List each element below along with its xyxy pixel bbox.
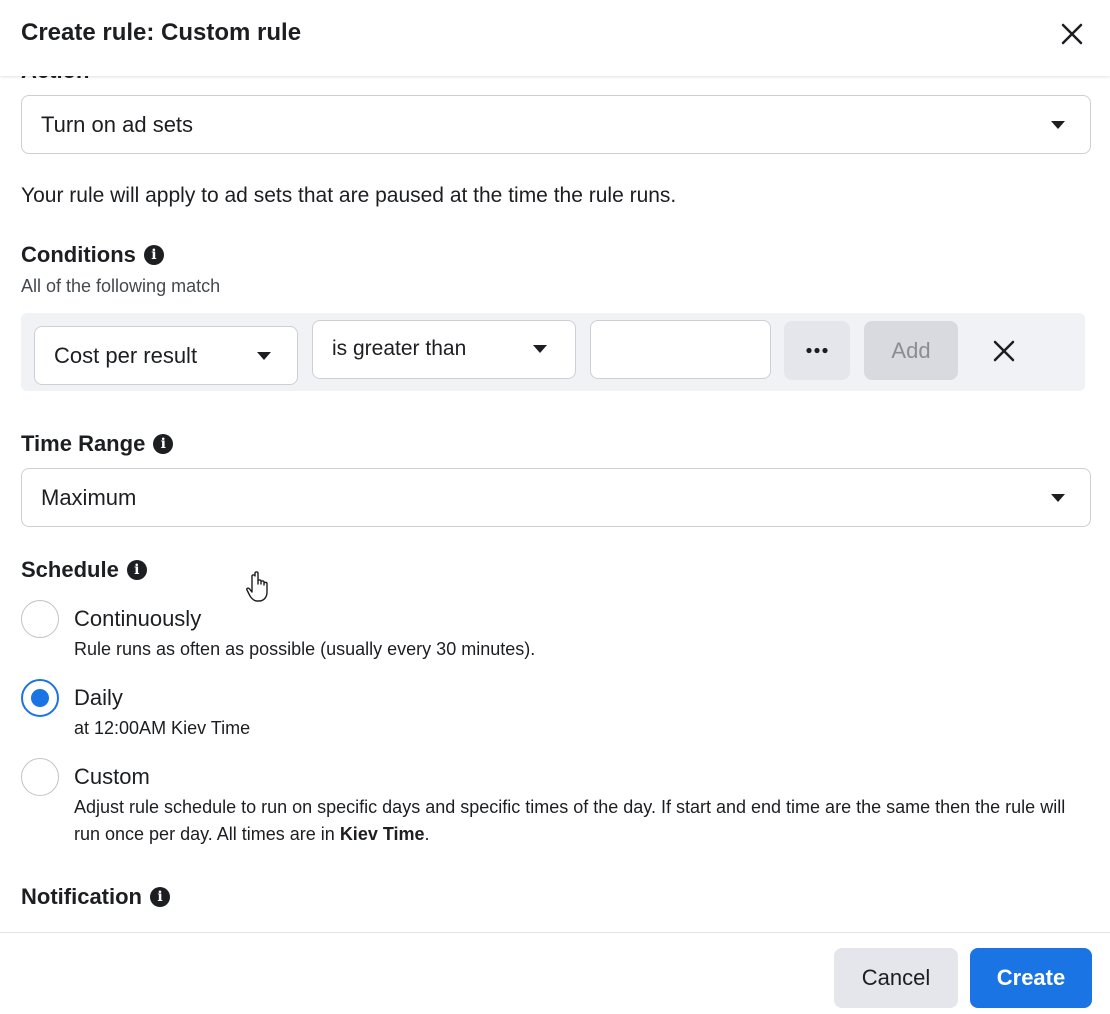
action-select[interactable]: Turn on ad sets xyxy=(21,95,1091,154)
schedule-custom-label: Custom xyxy=(74,764,150,789)
radio-selected-dot xyxy=(31,689,49,707)
dialog-title: Create rule: Custom rule xyxy=(21,19,302,46)
schedule-continuously-description: Rule runs as often as possible (usually … xyxy=(74,639,536,659)
schedule-custom-description: Adjust rule schedule to run on specific … xyxy=(74,794,1084,848)
caret-down-icon xyxy=(533,345,547,353)
cancel-button[interactable]: Cancel xyxy=(834,948,958,1008)
dialog-body: Action Turn on ad sets Your rule will ap… xyxy=(0,76,1110,932)
custom-description-suffix: . xyxy=(424,824,430,844)
time-range-title-text: Time Range xyxy=(21,431,146,456)
condition-metric-select[interactable]: Cost per result xyxy=(34,326,298,385)
action-description: Your rule will apply to ad sets that are… xyxy=(21,184,677,207)
condition-operator-value: is greater than xyxy=(332,337,467,360)
custom-description-timezone: Kiev Time xyxy=(339,824,425,844)
time-range-title: Time Range i xyxy=(21,431,174,457)
conditions-title: Conditions i xyxy=(21,242,164,268)
create-button[interactable]: Create xyxy=(970,948,1092,1008)
condition-metric-value: Cost per result xyxy=(54,343,198,368)
hand-cursor-icon xyxy=(246,571,268,602)
more-icon xyxy=(806,347,828,354)
info-icon[interactable]: i xyxy=(150,887,170,907)
time-range-value: Maximum xyxy=(41,485,137,510)
add-condition-button[interactable]: Add xyxy=(864,321,958,380)
time-range-select[interactable]: Maximum xyxy=(21,468,1091,527)
schedule-daily-radio[interactable] xyxy=(21,679,59,717)
schedule-custom-radio[interactable] xyxy=(21,758,59,796)
conditions-subtitle: All of the following match xyxy=(21,276,221,296)
custom-description-text: Adjust rule schedule to run on specific … xyxy=(74,797,1066,844)
close-icon[interactable] xyxy=(1058,20,1086,48)
schedule-continuously-radio[interactable] xyxy=(21,600,59,638)
condition-row: Cost per result is greater than Add xyxy=(21,313,1085,391)
conditions-title-text: Conditions xyxy=(21,242,136,267)
notification-title-text: Notification xyxy=(21,884,142,909)
caret-down-icon xyxy=(1051,121,1065,129)
caret-down-icon xyxy=(1051,494,1065,502)
info-icon[interactable]: i xyxy=(143,245,164,265)
info-icon[interactable]: i xyxy=(126,560,147,580)
caret-down-icon xyxy=(257,352,271,360)
action-section-title: Action xyxy=(21,76,89,84)
dialog-footer: Cancel Create xyxy=(0,932,1110,1014)
info-icon[interactable]: i xyxy=(153,434,174,454)
notification-title: Notification i xyxy=(21,884,170,910)
remove-icon[interactable] xyxy=(992,339,1016,363)
schedule-continuously-label: Continuously xyxy=(74,606,202,631)
condition-value-input[interactable] xyxy=(590,320,771,379)
action-select-value: Turn on ad sets xyxy=(41,112,194,137)
schedule-title-text: Schedule xyxy=(21,557,119,582)
condition-operator-select[interactable]: is greater than xyxy=(312,320,576,379)
schedule-title: Schedule i xyxy=(21,557,147,583)
dialog-header: Create rule: Custom rule xyxy=(0,0,1110,76)
schedule-daily-label: Daily xyxy=(74,685,123,710)
schedule-daily-description: at 12:00AM Kiev Time xyxy=(74,718,251,738)
more-options-button[interactable] xyxy=(784,321,850,380)
